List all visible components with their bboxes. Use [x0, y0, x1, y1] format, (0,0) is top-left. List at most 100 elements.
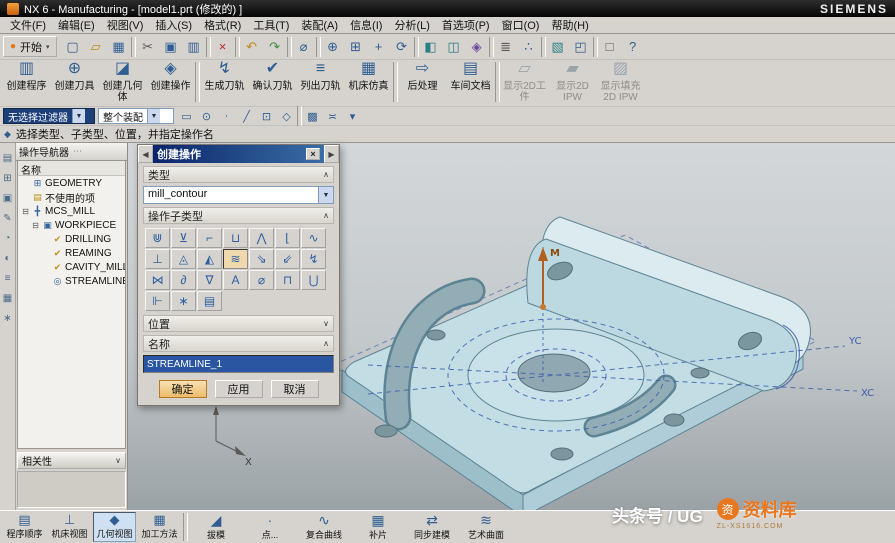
create-program-button[interactable]: ▥ 创建程序: [3, 62, 50, 104]
studio-surface-button[interactable]: ≋ 艺术曲面: [460, 512, 512, 542]
subtype-documentation-icon[interactable]: ▤: [197, 291, 222, 311]
tree-item-drilling[interactable]: ✔ DRILLING: [18, 232, 125, 246]
expander-icon[interactable]: ⊟: [21, 207, 30, 216]
geometry-view-tab[interactable]: ◆ 几何视图: [93, 512, 136, 542]
subtype-contour-area-non-steep-icon[interactable]: ⇘: [249, 249, 274, 269]
part-navigator-icon[interactable]: ⊞: [3, 173, 11, 184]
snap-arc-center-icon[interactable]: ⊙: [197, 108, 216, 125]
menu-preferences[interactable]: 首选项(P): [436, 16, 496, 34]
section-view-icon[interactable]: ▧: [547, 36, 569, 58]
templates-icon[interactable]: ▦: [3, 293, 12, 304]
subtype-hole-milling-icon[interactable]: ⋃: [301, 270, 326, 290]
name-section-header[interactable]: 名称 ∧: [143, 335, 334, 352]
snap-grid-icon[interactable]: ▩: [303, 108, 322, 125]
subtype-contour-surface-area-icon[interactable]: ◭: [197, 249, 222, 269]
menu-help[interactable]: 帮助(H): [545, 16, 594, 34]
subtype-mill-control-icon[interactable]: ⊩: [145, 291, 170, 311]
draft-tool-button[interactable]: ◢ 拔模: [190, 512, 242, 542]
measure-icon[interactable]: ⌀: [293, 36, 315, 58]
ok-button[interactable]: 确定: [159, 380, 207, 398]
subtype-flowcut-multiple-icon[interactable]: ⋈: [145, 270, 170, 290]
synchronous-modeling-button[interactable]: ⇄ 同步建模: [406, 512, 458, 542]
snap-point-icon[interactable]: ∴: [518, 36, 540, 58]
selection-options-icon[interactable]: ▾: [343, 108, 362, 125]
snap-midpoint-icon[interactable]: ╱: [237, 108, 256, 125]
tree-item-reaming[interactable]: ✔ REAMING: [18, 246, 125, 260]
rectangle-select-icon[interactable]: ▭: [177, 108, 196, 125]
cancel-button[interactable]: 取消: [271, 380, 319, 398]
subtype-profile-3d-icon[interactable]: ∿: [301, 228, 326, 248]
subtype-section-header[interactable]: 操作子类型 ∧: [143, 207, 334, 224]
subtype-flowcut-ref-tool-icon[interactable]: ∂: [171, 270, 196, 290]
start-menu-button[interactable]: ● 开始 ▾: [3, 36, 57, 57]
shaded-view-icon[interactable]: ◧: [420, 36, 442, 58]
delete-icon[interactable]: ×: [212, 36, 234, 58]
subtype-flowcut-smooth-icon[interactable]: ∇: [197, 270, 222, 290]
operation-type-combo[interactable]: mill_contour ▼: [143, 186, 334, 204]
fit-view-icon[interactable]: ⊞: [345, 36, 367, 58]
subtype-rest-milling-icon[interactable]: ⊔: [223, 228, 248, 248]
generate-toolpath-button[interactable]: ↯ 生成刀轨: [201, 62, 248, 104]
dialog-back-arrow[interactable]: ◀: [138, 145, 153, 163]
subtype-contour-text-icon[interactable]: A: [223, 270, 248, 290]
tree-item-geometry[interactable]: ⊞ GEOMETRY: [18, 176, 125, 190]
layer-settings-icon[interactable]: ≣: [495, 36, 517, 58]
subtype-zlevel-profile-icon[interactable]: ⋀: [249, 228, 274, 248]
copy-icon[interactable]: ▣: [160, 36, 182, 58]
pan-icon[interactable]: +: [368, 36, 390, 58]
rotate-view-icon[interactable]: ⟳: [391, 36, 413, 58]
materials-icon[interactable]: ◐: [4, 253, 10, 264]
isometric-view-icon[interactable]: ◈: [466, 36, 488, 58]
subtype-fixed-contour-icon[interactable]: ⊥: [145, 249, 170, 269]
open-file-icon[interactable]: ▱: [85, 36, 107, 58]
operation-navigator-icon[interactable]: ▣: [3, 193, 12, 204]
navigator-header[interactable]: 操作导航器 ⋯: [16, 143, 127, 161]
channels-icon[interactable]: ≡: [5, 273, 11, 284]
roles-icon[interactable]: ✎: [3, 213, 11, 224]
menu-file[interactable]: 文件(F): [4, 16, 52, 34]
subtype-flowcut-single-icon[interactable]: ↯: [301, 249, 326, 269]
history-icon[interactable]: ◔: [4, 233, 10, 244]
snap-intersection-icon[interactable]: ⊡: [257, 108, 276, 125]
subtype-contour-area-icon[interactable]: ◬: [171, 249, 196, 269]
tree-item-unused[interactable]: ▤ 不使用的项: [18, 190, 125, 204]
show-filled-2d-ipw-button[interactable]: ▨ 显示填充2D IPW: [597, 62, 644, 104]
subtype-plunge-milling-icon[interactable]: ⊻: [171, 228, 196, 248]
patch-button[interactable]: ▦ 补片: [352, 512, 404, 542]
redo-icon[interactable]: ↷: [264, 36, 286, 58]
menu-edit[interactable]: 编辑(E): [52, 16, 101, 34]
dialog-title-bar[interactable]: ◀ 创建操作 × ▶: [138, 145, 339, 163]
verify-toolpath-button[interactable]: ✔ 确认刀轨: [249, 62, 296, 104]
dialog-forward-arrow[interactable]: ▶: [324, 145, 339, 163]
create-geometry-button[interactable]: ◪ 创建几何体: [99, 62, 146, 104]
machining-method-view-tab[interactable]: ▦ 加工方法: [138, 512, 181, 542]
apply-button[interactable]: 应用: [215, 380, 263, 398]
machine-tool-view-tab[interactable]: ⊥ 机床视图: [48, 512, 91, 542]
postprocess-button[interactable]: ⇨ 后处理: [399, 62, 446, 104]
menu-insert[interactable]: 插入(S): [149, 16, 198, 34]
menu-view[interactable]: 视图(V): [101, 16, 150, 34]
cut-icon[interactable]: ✂: [137, 36, 159, 58]
window-icon[interactable]: □: [599, 36, 621, 58]
tree-column-header[interactable]: 名称: [18, 161, 125, 176]
menu-tools[interactable]: 工具(T): [247, 16, 295, 34]
tree-item-streamline[interactable]: ◎ STREAMLINE: [18, 274, 125, 288]
subtype-solid-profile-3d-icon[interactable]: ⌀: [249, 270, 274, 290]
align-icon[interactable]: ≍: [323, 108, 342, 125]
selection-filter-combo[interactable]: 无选择过滤器 ▼: [3, 108, 95, 124]
composite-curve-button[interactable]: ∿ 复合曲线: [298, 512, 350, 542]
paste-icon[interactable]: ▥: [183, 36, 205, 58]
subtype-groove-milling-icon[interactable]: ⊓: [275, 270, 300, 290]
menu-assemblies[interactable]: 装配(A): [295, 16, 344, 34]
dependencies-panel-header[interactable]: 相关性 ∨: [17, 452, 126, 469]
tools-icon[interactable]: ∗: [3, 313, 11, 324]
expander-icon[interactable]: ⊟: [31, 221, 40, 230]
operation-name-input[interactable]: [143, 355, 334, 373]
show-2d-ipw-button[interactable]: ▰ 显示2D IPW: [549, 62, 596, 104]
tree-item-cavity-mill[interactable]: ✔ CAVITY_MILL: [18, 260, 125, 274]
subtype-contour-area-dir-steep-icon[interactable]: ⇙: [275, 249, 300, 269]
assembly-navigator-icon[interactable]: ▤: [3, 153, 12, 164]
save-icon[interactable]: ▦: [108, 36, 130, 58]
program-order-view-tab[interactable]: ▤ 程序顺序: [3, 512, 46, 542]
list-toolpath-button[interactable]: ≡ 列出刀轨: [297, 62, 344, 104]
